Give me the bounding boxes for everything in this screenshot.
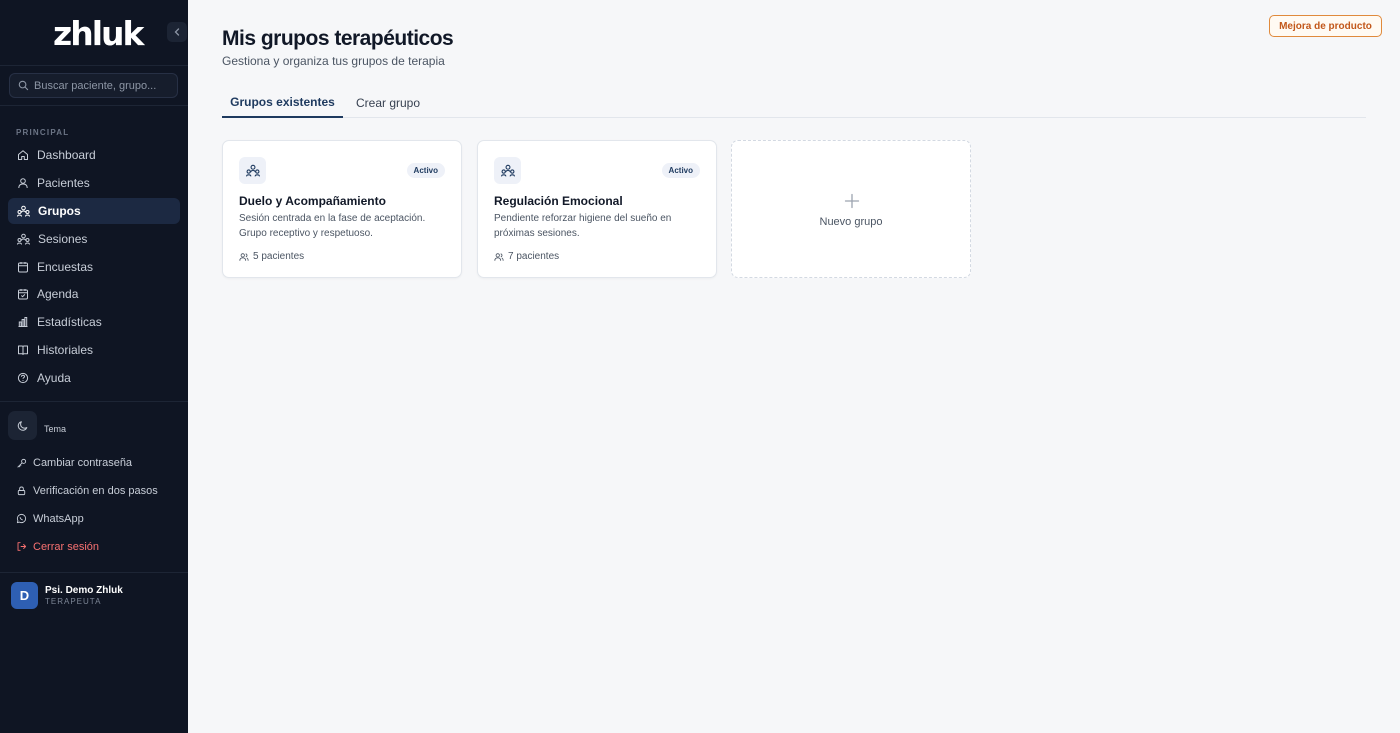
new-group-label: Nuevo grupo xyxy=(819,216,883,228)
plus-icon xyxy=(844,193,860,209)
account-menu: Cambiar contraseña Verificación en dos p… xyxy=(8,450,180,562)
tab-create-group[interactable]: Crear grupo xyxy=(343,88,433,118)
nav-item-dashboard[interactable]: Dashboard xyxy=(8,142,180,168)
nav-item-label: Historiales xyxy=(37,343,94,358)
zhluk-logo[interactable]: zhluk xyxy=(53,14,144,53)
group-description: Pendiente reforzar higiene del sueño en … xyxy=(494,213,672,239)
chevron-left-icon xyxy=(174,28,180,36)
group-icon-badge xyxy=(494,157,521,184)
book-icon xyxy=(18,345,28,356)
group-icon xyxy=(245,164,260,177)
account-item-label: Verificación en dos pasos xyxy=(33,484,158,497)
tab-bar: Grupos existentes Crear grupo xyxy=(222,88,1366,118)
sidebar: zhluk PRINCIPAL Dashboard Pacientes Grup… xyxy=(0,0,188,733)
change-password-link[interactable]: Cambiar contraseña xyxy=(8,450,180,476)
nav-item-label: Ayuda xyxy=(37,371,71,386)
nav-item-label: Sesiones xyxy=(38,231,88,246)
nav-item-label: Grupos xyxy=(38,203,81,218)
user-icon xyxy=(18,178,28,188)
group-card[interactable]: Activo Duelo y Acompañamiento Sesión cen… xyxy=(222,140,462,278)
divider xyxy=(0,572,188,573)
main-nav: Dashboard Pacientes Grupos Sesiones Encu… xyxy=(8,142,180,393)
account-item-label: Cerrar sesión xyxy=(33,540,100,553)
users-icon xyxy=(239,252,249,261)
divider xyxy=(0,105,188,106)
new-group-card[interactable]: Nuevo grupo xyxy=(731,140,971,278)
search-input[interactable] xyxy=(34,79,174,92)
sidebar-search[interactable] xyxy=(9,73,178,98)
moon-icon xyxy=(17,420,27,431)
tab-existing-groups[interactable]: Grupos existentes xyxy=(222,88,343,118)
nav-item-estadisticas[interactable]: Estadísticas xyxy=(8,309,180,335)
status-badge: Activo xyxy=(661,163,700,178)
calendar-icon xyxy=(18,289,28,300)
product-feedback-button[interactable]: Mejora de producto xyxy=(1269,15,1382,37)
survey-icon xyxy=(18,261,28,273)
key-icon xyxy=(17,458,27,468)
user-role: TERAPEUTA xyxy=(45,597,102,606)
group-icon xyxy=(17,205,30,217)
status-badge: Activo xyxy=(406,163,445,178)
lock-icon xyxy=(17,486,26,496)
sidebar-header: zhluk xyxy=(0,0,188,66)
patient-count: 5 pacientes xyxy=(239,251,304,262)
account-item-label: Cambiar contraseña xyxy=(33,457,133,469)
account-item-label: WhatsApp xyxy=(33,512,84,525)
whatsapp-icon xyxy=(16,514,27,524)
logout-link[interactable]: Cerrar sesión xyxy=(8,534,180,560)
theme-toggle-button[interactable] xyxy=(8,411,37,440)
group-title: Duelo y Acompañamiento xyxy=(239,194,386,208)
nav-item-agenda[interactable]: Agenda xyxy=(8,281,180,307)
group-description: Sesión centrada en la fase de aceptación… xyxy=(239,213,426,239)
nav-item-label: Agenda xyxy=(37,287,79,302)
section-label-principal: PRINCIPAL xyxy=(16,128,70,137)
collapse-sidebar-button[interactable] xyxy=(167,22,187,42)
patient-count: 7 pacientes xyxy=(494,251,559,262)
two-factor-link[interactable]: Verificación en dos pasos xyxy=(8,478,180,504)
group-card[interactable]: Activo Regulación Emocional Pendiente re… xyxy=(477,140,717,278)
chart-icon xyxy=(18,317,28,328)
patient-count-label: 5 pacientes xyxy=(253,251,305,262)
nav-item-pacientes[interactable]: Pacientes xyxy=(8,170,180,196)
divider xyxy=(0,401,188,402)
sessions-icon xyxy=(17,233,30,245)
nav-item-label: Encuestas xyxy=(37,259,94,274)
group-title: Regulación Emocional xyxy=(494,194,623,208)
page-title: Mis grupos terapéuticos xyxy=(222,27,454,50)
nav-item-sesiones[interactable]: Sesiones xyxy=(8,226,180,252)
users-icon xyxy=(494,252,504,261)
search-icon xyxy=(18,80,29,91)
group-icon-badge xyxy=(239,157,266,184)
nav-item-label: Estadísticas xyxy=(37,315,102,330)
nav-item-grupos[interactable]: Grupos xyxy=(8,197,180,224)
nav-item-ayuda[interactable]: Ayuda xyxy=(8,365,180,391)
theme-label: Tema xyxy=(44,424,67,434)
nav-item-historiales[interactable]: Historiales xyxy=(8,337,180,363)
page-subtitle: Gestiona y organiza tus grupos de terapi… xyxy=(222,54,445,68)
whatsapp-link[interactable]: WhatsApp xyxy=(8,506,180,532)
nav-item-encuestas[interactable]: Encuestas xyxy=(8,254,180,280)
user-name: Psi. Demo Zhluk xyxy=(45,585,123,596)
group-icon xyxy=(500,164,515,177)
nav-item-label: Pacientes xyxy=(37,175,90,190)
home-icon xyxy=(18,150,28,160)
main-content: Mejora de producto Mis grupos terapéutic… xyxy=(188,0,1400,733)
help-icon xyxy=(17,373,29,384)
patient-count-label: 7 pacientes xyxy=(508,251,560,262)
avatar[interactable]: D xyxy=(11,582,38,609)
nav-item-label: Dashboard xyxy=(37,148,96,162)
logout-icon xyxy=(17,542,27,551)
